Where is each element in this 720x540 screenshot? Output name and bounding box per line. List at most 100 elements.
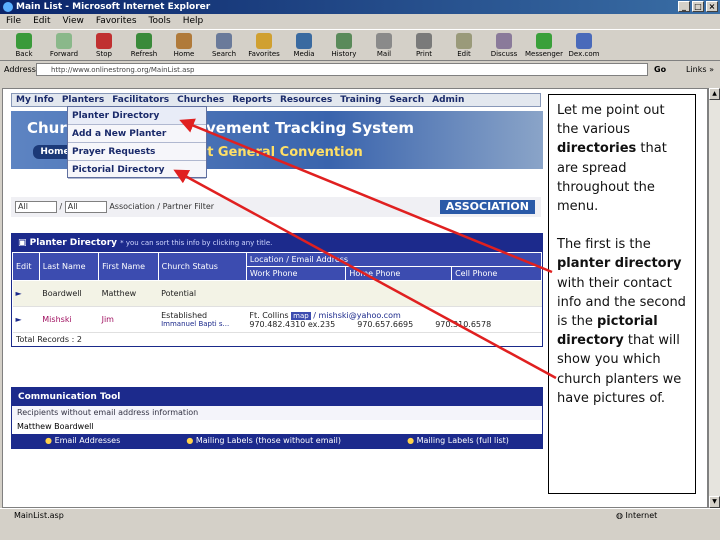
dropdown-add-planter[interactable]: Add a New Planter bbox=[68, 125, 206, 143]
banner-subtitle: ist General Convention bbox=[195, 145, 363, 160]
dropdown-prayer-requests[interactable]: Prayer Requests bbox=[68, 143, 206, 161]
search-button[interactable]: Search bbox=[204, 30, 244, 62]
planter-panel-subtitle: * you can sort this info by clicking any… bbox=[120, 239, 273, 247]
security-zone: ◍ Internet bbox=[616, 511, 658, 520]
planter-panel-title: Planter Directory bbox=[29, 238, 118, 248]
col-last-name[interactable]: Last Name bbox=[38, 252, 100, 281]
messenger-button[interactable]: Messenger bbox=[524, 30, 564, 62]
nav-planters[interactable]: Planters bbox=[58, 94, 108, 106]
location-line: Ft. Collins map / mishski@yahoo.com bbox=[249, 311, 538, 320]
favorites-button[interactable]: Favorites bbox=[244, 30, 284, 62]
dex-button[interactable]: Dex.com bbox=[564, 30, 604, 62]
map-button[interactable]: map bbox=[291, 311, 311, 320]
history-icon bbox=[336, 33, 352, 49]
messenger-icon bbox=[536, 33, 552, 49]
nav-reports[interactable]: Reports bbox=[228, 94, 276, 106]
col-work-phone[interactable]: Work Phone bbox=[245, 266, 347, 281]
cell-location bbox=[246, 280, 542, 307]
work-phone: 970.482.4310 ex.235 bbox=[249, 319, 336, 329]
nav-facilitators[interactable]: Facilitators bbox=[108, 94, 173, 106]
links-button[interactable]: Links » bbox=[686, 62, 714, 77]
cell-first-name: Matthew bbox=[98, 280, 159, 307]
discuss-button[interactable]: Discuss bbox=[484, 30, 524, 62]
church-name[interactable]: Immanuel Bapti s... bbox=[161, 320, 243, 328]
media-icon bbox=[296, 33, 312, 49]
media-button[interactable]: Media bbox=[284, 30, 324, 62]
nav-churches[interactable]: Churches bbox=[173, 94, 228, 106]
cell-last-name[interactable]: Mishski bbox=[39, 306, 99, 333]
star-icon: ● bbox=[407, 436, 417, 445]
mail-button[interactable]: Mail bbox=[364, 30, 404, 62]
menu-file[interactable]: File bbox=[6, 14, 21, 28]
refresh-button[interactable]: Refresh bbox=[124, 30, 164, 62]
menu-view[interactable]: View bbox=[63, 14, 84, 28]
forward-button[interactable]: Forward bbox=[44, 30, 84, 62]
address-input[interactable]: http://www.onlinestrong.org/MainList.asp bbox=[36, 63, 648, 76]
nav-admin[interactable]: Admin bbox=[428, 94, 468, 106]
status-bar: MainList.asp ◍ Internet bbox=[0, 508, 720, 522]
mailing-labels-no-email-link[interactable]: ● Mailing Labels (those without email) bbox=[186, 434, 341, 448]
close-button[interactable]: × bbox=[706, 1, 718, 12]
discuss-icon bbox=[496, 33, 512, 49]
home-button[interactable]: Home bbox=[164, 30, 204, 62]
col-church-status[interactable]: Church Status bbox=[157, 252, 247, 281]
filter-select-2[interactable]: All bbox=[64, 200, 107, 213]
go-button[interactable]: Go bbox=[654, 62, 666, 77]
print-icon bbox=[416, 33, 432, 49]
status-text: MainList.asp bbox=[14, 511, 64, 520]
status-text: Established bbox=[161, 311, 208, 320]
banner-title-right: vement Tracking System bbox=[206, 119, 415, 137]
print-button[interactable]: Print bbox=[404, 30, 444, 62]
edit-icon[interactable]: ► bbox=[12, 280, 40, 307]
col-home-phone[interactable]: Home Phone bbox=[345, 266, 453, 281]
cell-location: Ft. Collins map / mishski@yahoo.com 970.… bbox=[246, 306, 542, 333]
mailing-labels-full-link[interactable]: ● Mailing Labels (full list) bbox=[407, 434, 509, 448]
association-header: ASSOCIATION bbox=[439, 200, 535, 214]
annotation-callout: Let me point out the various directories… bbox=[548, 94, 696, 494]
callout-paragraph-2: The first is the planter directory with … bbox=[557, 237, 686, 406]
nav-resources[interactable]: Resources bbox=[276, 94, 336, 106]
col-cell-phone[interactable]: Cell Phone bbox=[451, 266, 542, 281]
filter-select-1[interactable]: All bbox=[15, 200, 57, 213]
folder-icon: ▣ bbox=[18, 238, 30, 248]
maximize-button[interactable]: □ bbox=[692, 1, 704, 12]
dropdown-pictorial-directory[interactable]: Pictorial Directory bbox=[68, 161, 206, 179]
edit-icon[interactable]: ► bbox=[12, 306, 40, 333]
menu-edit[interactable]: Edit bbox=[33, 14, 50, 28]
scroll-down-icon[interactable]: ▼ bbox=[709, 496, 720, 508]
back-icon bbox=[16, 33, 32, 49]
email-link[interactable]: / mishski@yahoo.com bbox=[313, 311, 401, 320]
col-location[interactable]: Location / Email Address bbox=[245, 252, 543, 267]
planter-panel-header: ▣ Planter Directory * you can sort this … bbox=[12, 234, 542, 252]
menu-tools[interactable]: Tools bbox=[149, 14, 171, 28]
dropdown-planter-directory[interactable]: Planter Directory bbox=[68, 107, 206, 125]
toolbar: Back Forward Stop Refresh Home Search Fa… bbox=[0, 29, 720, 61]
col-edit[interactable]: Edit bbox=[12, 252, 40, 281]
minimize-button[interactable]: _ bbox=[678, 1, 690, 12]
phone-line: 970.482.4310 ex.235 970.657.6695 970.310… bbox=[249, 320, 538, 329]
home-phone: 970.657.6695 bbox=[357, 319, 414, 329]
cell-last-name[interactable]: Boardwell bbox=[39, 280, 99, 307]
nav-my-info[interactable]: My Info bbox=[12, 94, 58, 106]
planter-table: Edit Last Name First Name Church Status … bbox=[12, 252, 543, 333]
edit-button[interactable]: Edit bbox=[444, 30, 484, 62]
nav-search[interactable]: Search bbox=[385, 94, 428, 106]
email-addresses-link[interactable]: ● Email Addresses bbox=[45, 434, 120, 448]
col-first-name[interactable]: First Name bbox=[98, 252, 159, 281]
star-icon: ● bbox=[186, 436, 196, 445]
nav-training[interactable]: Training bbox=[336, 94, 385, 106]
back-button[interactable]: Back bbox=[4, 30, 44, 62]
vertical-scrollbar[interactable]: ▲ ▼ bbox=[708, 88, 720, 508]
scroll-up-icon[interactable]: ▲ bbox=[709, 88, 720, 100]
filter-bar: All / All Association / Partner Filter A… bbox=[11, 197, 541, 217]
site-nav: My Info Planters Facilitators Churches R… bbox=[11, 93, 541, 107]
menu-help[interactable]: Help bbox=[183, 14, 204, 28]
filter-label: Association / Partner Filter bbox=[109, 202, 215, 211]
communication-panel: Communication Tool Recipients without em… bbox=[11, 387, 543, 449]
menu-favorites[interactable]: Favorites bbox=[96, 14, 137, 28]
star-icon: ● bbox=[45, 436, 55, 445]
stop-button[interactable]: Stop bbox=[84, 30, 124, 62]
address-label: Address bbox=[4, 65, 36, 74]
window-title: Main List - Microsoft Internet Explorer bbox=[16, 2, 211, 12]
history-button[interactable]: History bbox=[324, 30, 364, 62]
